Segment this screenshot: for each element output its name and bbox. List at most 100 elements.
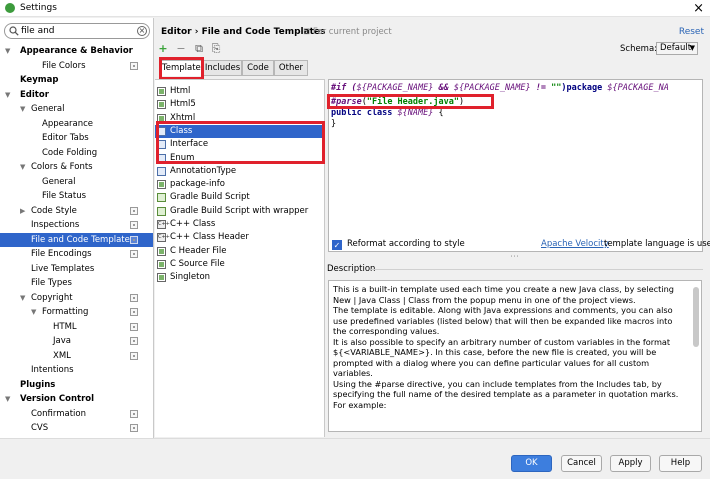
sidebar-item[interactable]: ▼ Formatting — [0, 305, 153, 320]
schema-value: Default — [660, 43, 692, 53]
sidebar-item[interactable]: Intentions — [0, 363, 153, 378]
sidebar-item-label: Colors & Fonts — [31, 162, 93, 172]
template-file-icon — [157, 193, 166, 203]
project-scope-icon — [130, 235, 138, 244]
sidebar-item[interactable]: Java — [0, 334, 153, 349]
sidebar-item[interactable]: Plugins — [0, 378, 153, 393]
cancel-button[interactable]: Cancel — [561, 455, 602, 472]
highlight-box-template-items — [156, 121, 325, 164]
template-item[interactable]: Singleton — [155, 271, 324, 284]
splitter-handle[interactable]: ⋯ — [510, 252, 519, 262]
sidebar-item[interactable]: ▼ Version Control — [0, 392, 153, 407]
breadcrumb: Editor › File and Code Templates — [161, 27, 326, 37]
template-item[interactable]: Html — [155, 85, 324, 98]
sidebar-item[interactable]: Editor Tabs — [0, 131, 153, 146]
sidebar-item[interactable]: Code Folding — [0, 146, 153, 161]
sidebar-item-label: Copyright — [31, 292, 73, 303]
sidebar-item[interactable]: ▼ Copyright — [0, 291, 153, 306]
reformat-checkbox[interactable]: ✓ — [332, 240, 342, 250]
reset-link[interactable]: Reset — [679, 27, 704, 37]
sidebar-item[interactable]: ▼ Editor — [0, 88, 153, 103]
chevron-down-icon[interactable]: ▼ — [5, 44, 10, 59]
sidebar-item[interactable]: File Status — [0, 189, 153, 204]
sidebar-item[interactable]: File and Code Templates — [0, 232, 153, 247]
sidebar-item-label: Intentions — [31, 365, 74, 375]
ok-button[interactable]: OK — [511, 455, 552, 472]
tab-includes[interactable]: Includes — [203, 60, 242, 76]
sidebar-item[interactable]: File Types — [0, 276, 153, 291]
template-item-label: Gradle Build Script — [170, 192, 250, 203]
description-scrollbar[interactable] — [693, 287, 699, 347]
template-item[interactable]: Gradle Build Script with wrapper — [155, 205, 324, 218]
copy-template-button[interactable]: ⧉ — [193, 43, 205, 55]
template-item[interactable]: C++ Class — [155, 218, 324, 231]
sidebar-item[interactable]: Inspections — [0, 218, 153, 233]
close-button[interactable]: × — [693, 0, 704, 17]
sidebar-item-label: File and Code Templates — [31, 234, 135, 245]
tab-code[interactable]: Code — [242, 60, 274, 76]
template-item[interactable]: AnnotationType — [155, 165, 324, 178]
sidebar-item-label: File Colors — [42, 60, 86, 71]
apply-button[interactable]: Apply — [610, 455, 651, 472]
template-item[interactable]: C++ Class Header — [155, 231, 324, 244]
sidebar-item[interactable]: Live Templates — [0, 262, 153, 277]
chevron-down-icon[interactable]: ▼ — [20, 102, 25, 117]
window-title: Settings — [20, 3, 57, 13]
sidebar-item[interactable]: XML — [0, 349, 153, 364]
chevron-down-icon[interactable]: ▼ — [31, 305, 36, 320]
settings-tree: ▼ Appearance & Behavior File Colors Keymap ▼… — [0, 44, 153, 436]
sidebar-item-label: Editor Tabs — [42, 133, 89, 143]
clear-search-icon[interactable]: × — [137, 26, 147, 36]
sidebar-item[interactable]: ▼ General — [0, 102, 153, 117]
template-item[interactable]: package-info — [155, 178, 324, 191]
template-item-label: Singleton — [170, 272, 211, 283]
sidebar-item[interactable]: General — [0, 175, 153, 190]
template-file-icon — [157, 246, 166, 256]
project-scope-icon — [130, 61, 138, 70]
sidebar-item-label: Inspections — [31, 220, 80, 230]
main-panel: Editor › File and Code Templates ⊡ For c… — [155, 18, 710, 438]
chevron-down-icon[interactable]: ▼ — [5, 392, 10, 407]
sidebar-item[interactable]: Appearance — [0, 117, 153, 132]
template-item[interactable]: C Header File — [155, 245, 324, 258]
template-file-icon — [157, 233, 166, 243]
project-scope-icon — [130, 206, 138, 215]
sidebar-item[interactable]: Keymap — [0, 73, 153, 88]
remove-template-button[interactable]: − — [175, 43, 187, 55]
for-current-project-note: ⊡ For current project — [303, 27, 392, 37]
chevron-right-icon[interactable]: ▶ — [20, 204, 25, 219]
project-scope-icon — [130, 337, 138, 345]
sidebar-item[interactable]: ▶ Code Style — [0, 204, 153, 219]
schema-select[interactable]: Default ▼ — [656, 42, 698, 55]
template-file-icon — [157, 100, 166, 110]
template-item[interactable]: C Source File — [155, 258, 324, 271]
sidebar-item-label: General — [31, 104, 65, 114]
template-item[interactable]: Html5 — [155, 98, 324, 111]
sidebar-item[interactable]: HTML — [0, 320, 153, 335]
sidebar-item-label: General — [42, 176, 76, 187]
reset-template-button[interactable]: ⎘ — [210, 43, 222, 55]
sidebar-item[interactable]: ▼ Appearance & Behavior — [0, 44, 153, 59]
template-item-label: package-info — [170, 179, 225, 190]
search-input[interactable] — [21, 25, 131, 37]
sidebar-item[interactable]: File Colors — [0, 59, 153, 74]
sidebar-item[interactable]: Confirmation — [0, 407, 153, 422]
sidebar-item[interactable]: CVS — [0, 421, 153, 436]
sidebar-item-label: Version Control — [20, 394, 95, 404]
description-paragraph: The template is editable. Along with Jav… — [333, 305, 673, 336]
chevron-down-icon[interactable]: ▼ — [20, 160, 25, 175]
chevron-down-icon[interactable]: ▼ — [5, 88, 10, 103]
sidebar-item[interactable]: ▼ Colors & Fonts — [0, 160, 153, 175]
apache-velocity-link[interactable]: Apache Velocity — [541, 239, 609, 249]
sidebar-item[interactable]: File Encodings — [0, 247, 153, 262]
template-item[interactable]: Gradle Build Script — [155, 191, 324, 204]
description-text: This is a built-in template used each ti… — [333, 284, 681, 410]
search-box[interactable]: × — [4, 23, 150, 39]
add-template-button[interactable]: + — [157, 43, 169, 55]
template-item-label: C Source File — [170, 258, 225, 269]
code-line-4: } — [331, 119, 337, 129]
template-item-label: Html — [170, 86, 191, 96]
chevron-down-icon[interactable]: ▼ — [20, 291, 25, 306]
help-button[interactable]: Help — [659, 455, 702, 472]
tab-other[interactable]: Other — [274, 60, 308, 76]
